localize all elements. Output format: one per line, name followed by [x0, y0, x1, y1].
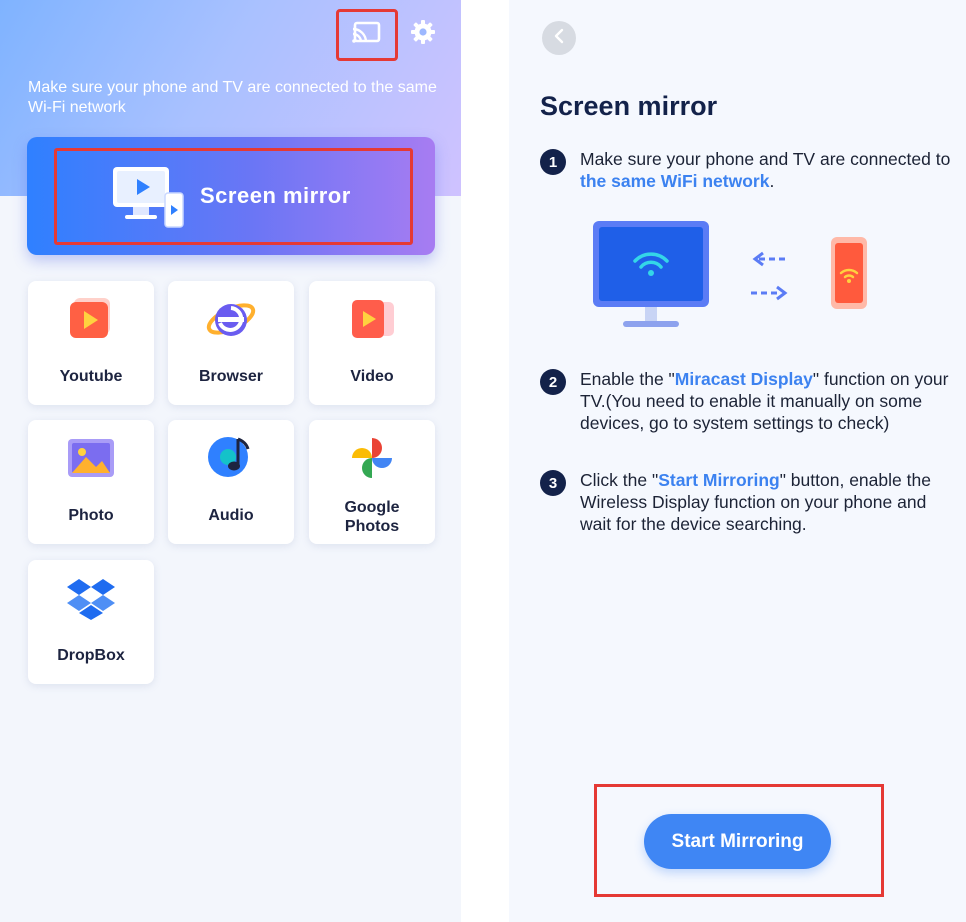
- google-photos-icon: [347, 433, 397, 488]
- chevron-left-icon: [552, 28, 566, 49]
- step-text-plain: Click the ": [580, 470, 659, 490]
- step-number: 1: [540, 149, 566, 175]
- tile-photo[interactable]: Photo: [28, 420, 154, 544]
- home-screen: Make sure your phone and TV are connecte…: [0, 0, 461, 922]
- step-text-highlight: the same WiFi network: [580, 171, 770, 191]
- tile-label: Video: [350, 368, 394, 385]
- tv-phone-connection-illustration: [591, 215, 881, 340]
- tile-video[interactable]: Video: [309, 281, 435, 405]
- tile-audio[interactable]: Audio: [168, 420, 294, 544]
- step-number: 3: [540, 470, 566, 496]
- cast-button[interactable]: [336, 9, 398, 61]
- audio-icon: [204, 433, 258, 488]
- step-number: 2: [540, 369, 566, 395]
- dropbox-icon: [65, 575, 117, 626]
- screen-mirror-card[interactable]: Screen mirror: [27, 137, 435, 255]
- tile-label: Photo: [68, 507, 114, 524]
- step-text-plain: .: [769, 171, 775, 191]
- tile-label: Browser: [198, 368, 264, 385]
- tile-browser[interactable]: Browser: [168, 281, 294, 405]
- tile-dropbox[interactable]: DropBox: [28, 560, 154, 684]
- step-text: Make sure your phone and TV are connecte…: [580, 148, 960, 192]
- tile-label: DropBox: [57, 647, 125, 664]
- step-text-highlight: Start Mirroring: [658, 470, 780, 490]
- start-mirroring-button[interactable]: Start Mirroring: [644, 814, 831, 869]
- settings-button[interactable]: [408, 19, 438, 49]
- tile-label: Youtube: [59, 368, 123, 385]
- photo-icon: [64, 435, 118, 486]
- wifi-hint: Make sure your phone and TV are connecte…: [28, 79, 437, 116]
- tile-label: Audio: [208, 507, 254, 524]
- tile-youtube[interactable]: Youtube: [28, 281, 154, 405]
- page-title: Screen mirror: [540, 91, 718, 121]
- step-text: Enable the "Miracast Display" function o…: [580, 368, 960, 434]
- youtube-icon: [66, 296, 116, 347]
- screen-mirror-icon: [109, 163, 189, 236]
- cast-icon: [352, 21, 382, 50]
- step-text-highlight: Miracast Display: [674, 369, 813, 389]
- browser-icon: [204, 294, 258, 349]
- step-text-plain: Make sure your phone and TV are connecte…: [580, 149, 951, 169]
- tile-label: Google Photos: [344, 499, 400, 535]
- gear-icon: [410, 19, 436, 50]
- screen-mirror-guide: Screen mirror 1 Make sure your phone and…: [509, 0, 966, 922]
- back-button[interactable]: [542, 21, 576, 55]
- step-text-plain: Enable the ": [580, 369, 675, 389]
- step-text: Click the "Start Mirroring" button, enab…: [580, 469, 960, 535]
- video-icon: [346, 296, 398, 347]
- tile-google-photos[interactable]: Google Photos: [309, 420, 435, 544]
- screen-mirror-label: Screen mirror: [200, 183, 351, 208]
